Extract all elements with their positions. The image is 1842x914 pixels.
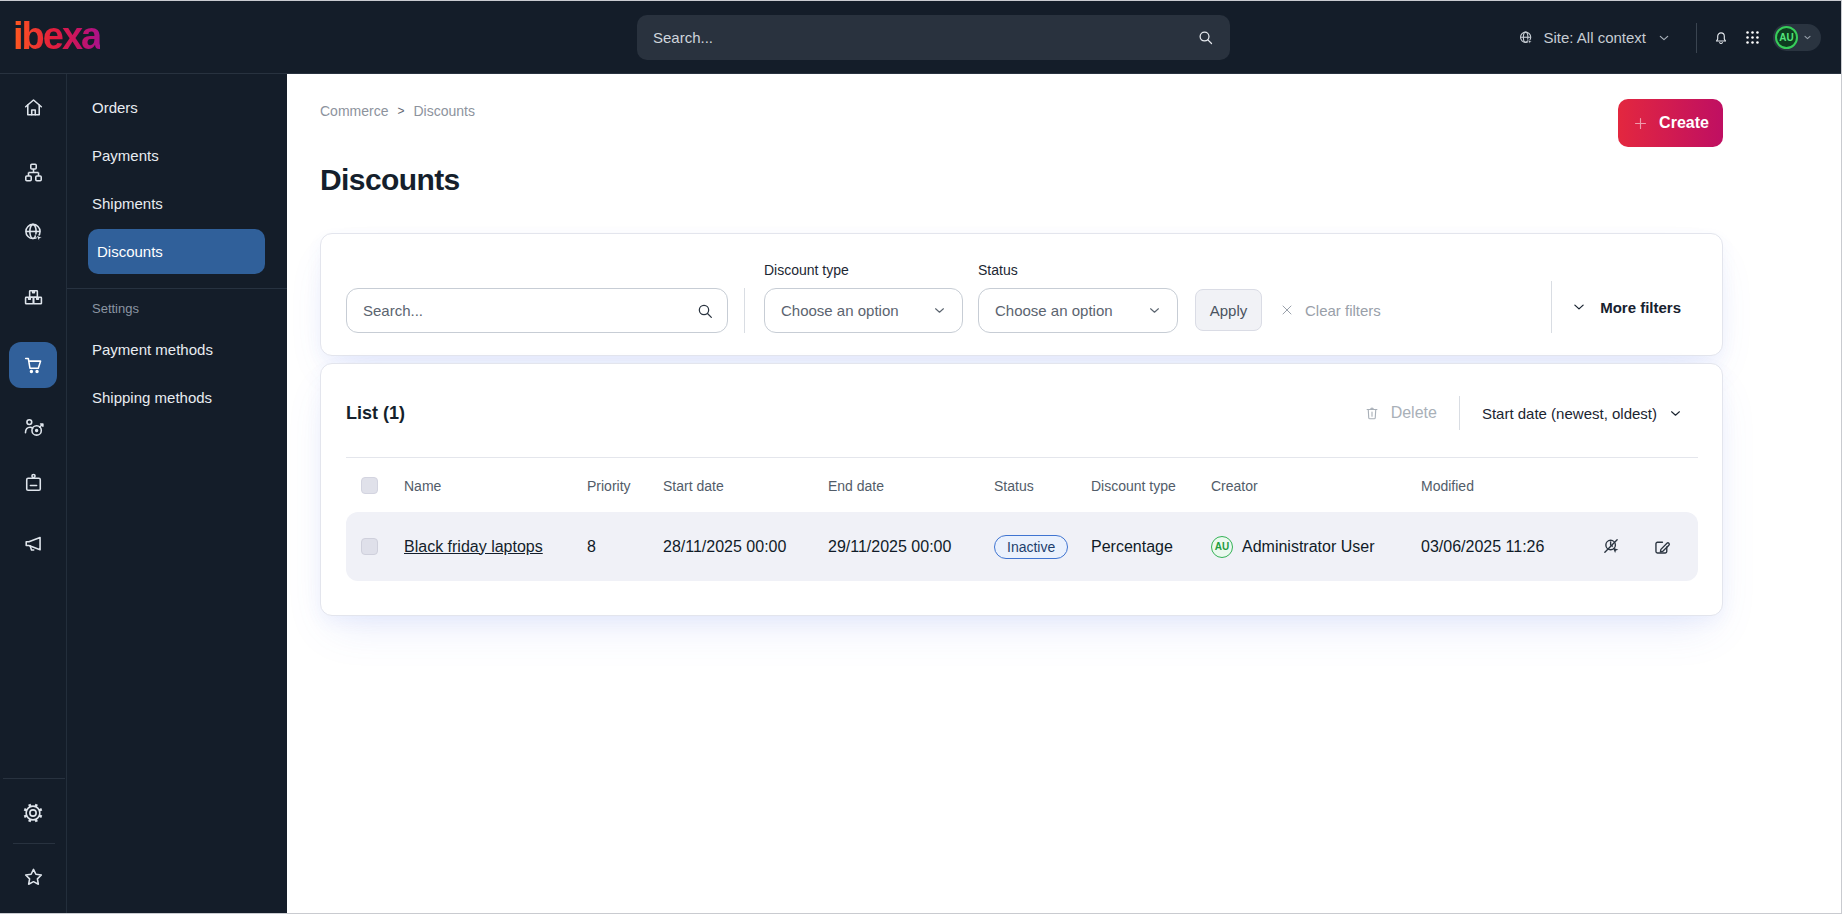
col-start-date: Start date [663,478,828,494]
chevron-down-icon [931,302,948,319]
menu-item-shipments[interactable]: Shipments [67,179,287,227]
col-name: Name [404,478,587,494]
status-badge: Inactive [994,535,1068,559]
chevron-down-icon [1667,405,1684,422]
create-button[interactable]: Create [1618,99,1723,147]
col-status: Status [994,478,1091,494]
menu-item-discounts-active[interactable]: Discounts [88,229,265,274]
col-creator: Creator [1211,478,1421,494]
sort-dropdown[interactable]: Start date (newest, oldest) [1482,405,1684,422]
main-content: Commerce > Discounts Create Discounts [287,74,1841,914]
site-structure-icon[interactable] [20,159,46,185]
ibexa-logo[interactable]: ibexa [13,15,100,58]
menu-item-payments[interactable]: Payments [67,131,287,179]
status-select[interactable]: Choose an option [978,288,1178,333]
settings-gear-icon[interactable] [20,800,46,826]
global-search-input[interactable]: Search... [637,15,1230,60]
breadcrumb: Commerce > Discounts [320,103,475,119]
creator-name: Administrator User [1242,538,1374,556]
discount-type-label: Discount type [764,262,963,278]
select-all-checkbox[interactable] [361,477,378,494]
breadcrumb-discounts[interactable]: Discounts [413,103,474,119]
marketing-megaphone-icon[interactable] [20,530,46,556]
breadcrumb-commerce[interactable]: Commerce [320,103,388,119]
trash-icon [1363,404,1381,422]
apply-button[interactable]: Apply [1195,289,1262,331]
topbar-right: Site: All context AU [1517,1,1821,74]
chevron-down-icon [1146,302,1163,319]
discount-type-value: Percentage [1091,538,1211,556]
chevron-down-icon [1656,30,1672,46]
app-grid-icon[interactable] [1744,29,1761,46]
id-badge-icon[interactable] [20,470,46,496]
row-checkbox[interactable] [361,538,378,555]
status-label: Status [978,262,1178,278]
site-context-label: Site: All context [1543,29,1646,46]
bookmarks-star-icon[interactable] [20,864,46,890]
search-icon [1196,28,1215,47]
menu-item-orders[interactable]: Orders [67,83,287,131]
commerce-cart-icon[interactable] [9,342,57,388]
filter-search-input[interactable] [346,288,728,333]
commerce-menu: Orders Payments Shipments Discounts Sett… [67,74,287,914]
globe-browse-icon[interactable] [20,219,46,245]
chevron-down-icon [1570,298,1588,316]
table-header: Name Priority Start date End date Status… [346,477,1698,493]
start-date-value: 28/11/2025 00:00 [663,538,828,556]
filter-divider [1551,281,1552,333]
edit-icon[interactable] [1651,536,1673,558]
discounts-list-panel: List (1) Delete Start date (newest, olde… [320,363,1723,616]
personalization-target-icon[interactable] [20,414,46,440]
sidebar-divider [3,778,65,779]
globe-icon [1517,29,1535,47]
site-context-selector[interactable]: Site: All context [1517,29,1672,47]
global-search-placeholder: Search... [653,29,713,46]
avatar: AU [1775,26,1798,49]
col-end-date: End date [828,478,994,494]
filter-divider [744,288,745,333]
list-title: List (1) [346,403,405,424]
topbar: ibexa Search... Site: All context AU [0,1,1841,74]
filter-search [346,288,728,333]
search-icon [695,301,715,321]
home-icon[interactable] [20,94,46,120]
discount-type-select[interactable]: Choose an option [764,288,963,333]
x-icon [1279,302,1295,318]
list-controls-divider [1459,396,1460,430]
clear-filters-button[interactable]: Clear filters [1279,289,1381,331]
plus-icon [1632,115,1649,132]
col-discount-type: Discount type [1091,478,1211,494]
settings-section-label: Settings [67,299,287,317]
col-modified: Modified [1421,478,1601,494]
table-row: Black friday laptops 8 28/11/2025 00:00 … [346,512,1698,581]
icon-sidebar [0,74,67,914]
delete-button[interactable]: Delete [1363,404,1437,422]
user-menu[interactable]: AU [1773,24,1821,51]
discount-name-link[interactable]: Black friday laptops [404,538,587,556]
col-priority: Priority [587,478,663,494]
menu-item-shipping-methods[interactable]: Shipping methods [67,373,287,421]
table-border [346,457,1698,458]
filters-panel: Discount type Choose an option Status Ch… [320,233,1723,356]
chevron-down-icon [1802,32,1813,43]
modified-value: 03/06/2025 11:26 [1421,538,1601,556]
app-window: ibexa Search... Site: All context AU [0,0,1842,914]
deactivate-icon[interactable] [1601,536,1623,558]
menu-item-payment-methods[interactable]: Payment methods [67,325,287,373]
notifications-bell-icon[interactable] [1712,29,1730,47]
more-filters-button[interactable]: More filters [1600,299,1681,316]
creator-avatar: AU [1211,536,1233,558]
topbar-divider [1696,23,1697,53]
end-date-value: 29/11/2025 00:00 [828,538,994,556]
page-title: Discounts [320,163,1723,197]
priority-value: 8 [587,538,663,556]
breadcrumb-separator: > [397,104,404,118]
sidebar-divider [13,843,55,844]
menu-divider [67,288,287,289]
products-icon[interactable] [20,285,46,311]
